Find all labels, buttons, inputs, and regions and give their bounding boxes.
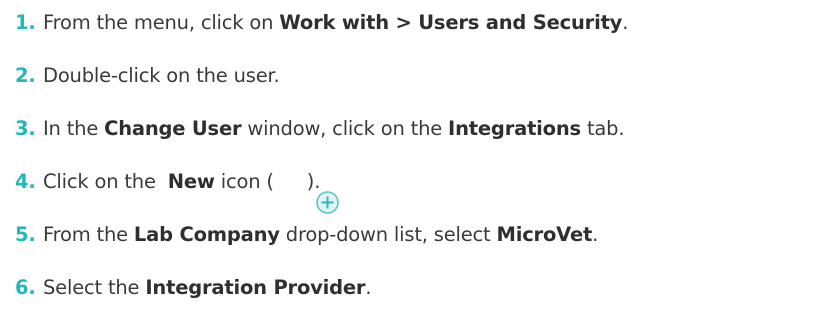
step-text-end: . [592,223,599,246]
step-4: 4. Click on the New icon ( ). [15,167,833,214]
step-6: 6. Select the Integration Provider . [15,276,833,299]
step-number: 3. [15,117,36,140]
step-number: 5. [15,223,36,246]
field-name: Lab Company [133,223,280,246]
step-text: Select the [43,276,146,299]
step-text-end: . [622,11,629,34]
menu-path: Work with > Users and Security [279,11,623,34]
step-text-mid: drop-down list, select [279,223,497,246]
step-number: 2. [15,64,36,87]
instruction-steps: 1. From the menu, click on Work with > U… [15,0,833,299]
step-text-mid: icon ( [214,170,274,193]
step-2: 2. Double-click on the user. [15,64,833,87]
step-text-end: . [365,276,372,299]
step-number: 6. [15,276,36,299]
option-value: MicroVet [496,223,593,246]
icon-name: New [167,170,215,193]
step-text: Double-click on the user. [43,64,280,87]
step-text: In the [43,117,105,140]
step-text-mid: window, click on the [241,117,449,140]
step-5: 5. From the Lab Company drop-down list, … [15,223,833,246]
step-number: 4. [15,170,36,193]
step-1: 1. From the menu, click on Work with > U… [15,11,833,34]
tab-name: Integrations [448,117,581,140]
step-text-end: tab. [580,117,625,140]
step-number: 1. [15,11,36,34]
step-3: 3. In the Change User window, click on t… [15,117,833,140]
step-text: Click on the [43,170,162,193]
window-name: Change User [104,117,242,140]
plus-circle-icon [279,167,339,214]
step-text: From the [43,223,134,246]
step-text: From the menu, click on [43,11,280,34]
step-text-end: ). [306,170,321,193]
field-name: Integration Provider [145,276,366,299]
